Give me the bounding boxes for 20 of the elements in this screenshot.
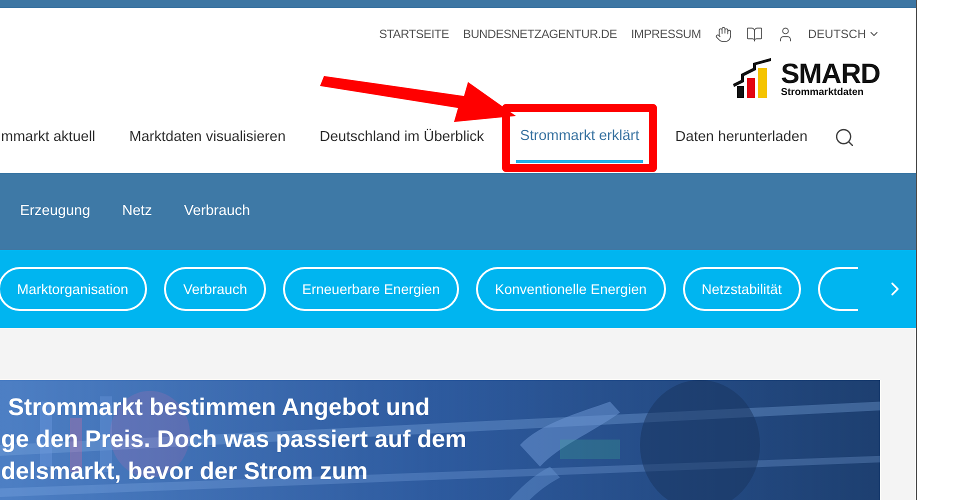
sub-nav-link[interactable]: Netz	[122, 200, 152, 222]
top-link[interactable]: IMPRESSUM	[631, 25, 701, 43]
sub-nav-link[interactable]: Verbrauch	[184, 200, 250, 222]
hand-icon[interactable]	[714, 26, 732, 42]
language-selector[interactable]: DEUTSCH	[808, 25, 880, 43]
top-link[interactable]: STARTSEITE	[379, 25, 449, 43]
sub-nav-link[interactable]: Erzeugung	[20, 200, 90, 222]
book-icon[interactable]	[746, 26, 763, 42]
search-icon[interactable]	[834, 127, 855, 148]
nav-tab[interactable]: Strommarkt erklärt	[516, 112, 644, 162]
nav-tab[interactable]: Daten herunterladen	[675, 110, 808, 165]
logo-title: SMARD	[780, 60, 880, 88]
top-link[interactable]: BUNDESNETZAGENTUR.DE	[462, 25, 617, 43]
hero-text: delsmarkt, bevor der Strom zum	[0, 458, 368, 486]
nav-tab[interactable]: Marktdaten visualisieren	[129, 110, 286, 165]
hero-text: ge den Preis. Doch was passiert auf dem	[0, 426, 466, 454]
nav-tab[interactable]: Deutschland im Überblick	[320, 110, 484, 165]
hero-text: Strommarkt bestimmen Angebot und	[7, 394, 430, 422]
nav-tab[interactable]: mmarkt aktuell	[1, 110, 96, 165]
logo-subtitle: Strommarktdaten	[780, 88, 865, 98]
